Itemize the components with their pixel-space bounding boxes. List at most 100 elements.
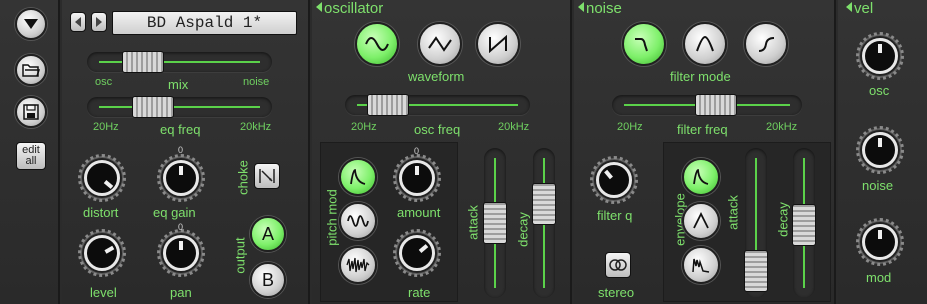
eq-freq-min-label: 20Hz — [93, 121, 119, 133]
output-a-button[interactable]: A — [250, 216, 286, 252]
stereo-button[interactable] — [605, 252, 631, 278]
output-label: output — [232, 237, 248, 274]
waveform-triangle-button[interactable] — [418, 22, 462, 66]
output-b-label: B — [261, 269, 274, 290]
osc-attack-slider[interactable] — [483, 148, 507, 298]
mix-label: mix — [168, 77, 189, 92]
level-label: level — [90, 285, 117, 300]
knob-ring — [856, 32, 904, 80]
filter-q-knob[interactable] — [590, 156, 638, 204]
knob-indicator — [179, 241, 183, 250]
pitch-mod-noise-button[interactable] — [339, 246, 377, 284]
eq-gain-label: eq gain — [153, 205, 196, 220]
osc-decay-slider[interactable] — [532, 148, 556, 298]
oscillator-title: oscillator — [324, 0, 384, 17]
save-button[interactable] — [15, 96, 47, 128]
knob-indicator — [878, 44, 882, 53]
knob-ring — [78, 154, 126, 202]
arrow-left-icon — [75, 17, 81, 27]
filter-bandpass-button[interactable] — [683, 22, 727, 66]
prev-preset-button[interactable] — [70, 12, 86, 32]
bandpass-icon — [696, 35, 714, 52]
noise-attack-label: attack — [725, 195, 741, 230]
filter-freq-slider-thumb[interactable] — [695, 94, 737, 116]
stereo-label: stereo — [598, 285, 635, 300]
saw-wave-icon — [489, 35, 507, 53]
envelope-decay-button[interactable] — [682, 158, 720, 196]
osc-freq-slider[interactable] — [345, 94, 530, 116]
pitch-mod-sine-button[interactable] — [339, 202, 377, 240]
arrow-right-icon — [96, 17, 102, 27]
osc-freq-min-label: 20Hz — [351, 121, 377, 133]
vel-osc-knob[interactable] — [856, 32, 904, 80]
noise-attack-slider[interactable] — [744, 148, 768, 298]
eq-gain-knob[interactable] — [157, 154, 205, 202]
pitch-mod-decay-button[interactable] — [339, 158, 377, 196]
sine-wave-icon — [365, 37, 389, 51]
osc-decay-slider-thumb[interactable] — [532, 183, 556, 225]
waveform-sine-button[interactable] — [355, 22, 399, 66]
chevron-down-icon — [24, 19, 38, 29]
knob-ring — [856, 218, 904, 266]
pan-zero-mark: 0 — [178, 222, 184, 232]
knob-indicator — [878, 138, 882, 147]
vel-mod-label: mod — [866, 270, 892, 285]
velocity-title: vel — [854, 0, 874, 17]
menu-dropdown-button[interactable] — [15, 8, 47, 40]
knob-ring — [157, 229, 205, 277]
waveform-saw-button[interactable] — [476, 22, 520, 66]
vel-noise-knob[interactable] — [856, 126, 904, 174]
envelope-ad-button[interactable] — [682, 202, 720, 240]
edit-all-button[interactable]: edit all — [16, 142, 46, 170]
osc-freq-slider-thumb[interactable] — [367, 94, 409, 116]
amount-knob[interactable] — [393, 154, 441, 202]
knob-ring — [856, 126, 904, 174]
choke-icon — [259, 169, 275, 183]
osc-freq-label: osc freq — [414, 122, 461, 137]
knob-ring — [78, 229, 126, 277]
eq-freq-max-label: 20kHz — [240, 121, 272, 133]
filter-freq-slider[interactable] — [612, 94, 802, 116]
mix-slider-thumb[interactable] — [122, 51, 164, 73]
slider-track-line — [99, 106, 260, 108]
noise-decay-slider[interactable] — [792, 148, 816, 298]
pan-knob[interactable] — [157, 229, 205, 277]
pan-label: pan — [170, 285, 192, 300]
osc-freq-max-label: 20kHz — [498, 121, 530, 133]
choke-label: choke — [235, 160, 251, 195]
mix-slider[interactable] — [87, 51, 272, 73]
level-knob[interactable] — [78, 229, 126, 277]
decay-curve-icon — [693, 169, 709, 185]
distort-knob[interactable] — [78, 154, 126, 202]
noise-header: noise — [578, 0, 622, 17]
rate-label: rate — [408, 285, 431, 300]
knob-ring — [157, 154, 205, 202]
rate-knob[interactable] — [393, 229, 441, 277]
preset-name-field[interactable]: BD Aspald 1* — [112, 11, 297, 35]
filter-mode-label: filter mode — [670, 69, 731, 84]
osc-attack-slider-thumb[interactable] — [483, 202, 507, 244]
eq-gain-zero-mark: 0 — [178, 145, 184, 155]
output-b-button[interactable]: B — [250, 262, 286, 298]
attack-decay-icon — [693, 212, 709, 229]
lowpass-icon — [635, 38, 648, 52]
save-icon — [23, 104, 39, 120]
knob-indicator — [415, 166, 419, 175]
vel-mod-knob[interactable] — [856, 218, 904, 266]
osc-decay-label: decay — [515, 212, 531, 247]
folder-icon — [22, 64, 40, 77]
knob-ring — [590, 156, 638, 204]
open-folder-button[interactable] — [15, 54, 47, 86]
triangle-wave-icon — [428, 36, 452, 52]
output-a-label: A — [261, 223, 274, 244]
next-preset-button[interactable] — [91, 12, 107, 32]
filter-highpass-button[interactable] — [744, 22, 788, 66]
envelope-multi-button[interactable] — [682, 246, 720, 284]
eq-freq-slider-thumb[interactable] — [132, 96, 174, 118]
noise-attack-slider-thumb[interactable] — [744, 250, 768, 292]
filter-lowpass-button[interactable] — [622, 22, 666, 66]
eq-freq-slider[interactable] — [87, 96, 272, 118]
decay-curve-icon — [350, 169, 366, 185]
noise-decay-slider-thumb[interactable] — [792, 204, 816, 246]
choke-button[interactable] — [254, 163, 280, 189]
